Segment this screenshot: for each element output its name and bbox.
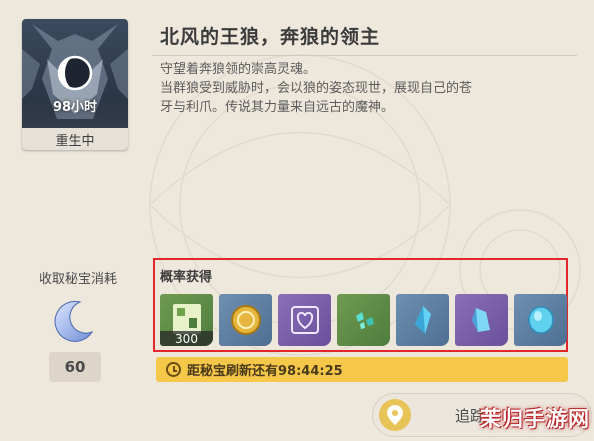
description-line: 牙与利爪。传说其力量来自远古的魔神。: [160, 100, 395, 115]
reward-item-companionship-exp[interactable]: [278, 294, 331, 346]
reward-item-purple-crystal-chunk[interactable]: [455, 294, 508, 346]
description-line: 守望着奔狼领的崇高灵魂。: [160, 62, 317, 77]
anemo-gem-fragment-icon: [355, 312, 374, 329]
blue-gem-icon: [527, 306, 554, 334]
purple-crystal-chunk-icon: [471, 308, 490, 332]
site-watermark: 茉归手游网: [480, 407, 590, 431]
title-divider: [152, 55, 577, 56]
blue-crystal-fragment-icon: [414, 306, 431, 334]
reward-item-blue-crystal-fragment[interactable]: [396, 294, 449, 346]
rewards-title: 概率获得: [160, 270, 213, 285]
refresh-countdown-bar: 距秘宝刷新还有98:44:25: [156, 357, 568, 382]
reward-count: 300: [160, 331, 213, 346]
boss-portrait-card[interactable]: 98小时 重生中: [22, 19, 128, 150]
reward-item-anemo-fragment[interactable]: [337, 294, 390, 346]
reward-item-mora[interactable]: [219, 294, 272, 346]
claim-cost-value: 60: [49, 352, 101, 382]
crescent-moon-resin-icon: [54, 300, 94, 342]
reward-item-blue-gem[interactable]: [514, 294, 567, 346]
boss-description: 守望着奔狼领的崇高灵魂。 当群狼受到威胁时，会以狼的姿态现世，展现自己的苍 牙与…: [160, 60, 565, 117]
boss-title: 北风的王狼，奔狼的领主: [160, 26, 381, 48]
claim-cost-label: 收取秘宝消耗: [38, 272, 117, 287]
mora-coin-icon: [230, 305, 261, 335]
reward-item-adventure-exp[interactable]: 300: [160, 294, 213, 346]
refresh-countdown-text: 距秘宝刷新还有98:44:25: [187, 364, 343, 379]
respawn-timer: 98小时: [52, 100, 98, 115]
description-line: 当群狼受到威胁时，会以狼的姿态现世，展现自己的苍: [160, 81, 473, 96]
location-pin-icon: [379, 399, 411, 431]
companionship-exp-icon: [290, 306, 319, 334]
respawn-status: 重生中: [22, 128, 128, 150]
reward-list: 300: [160, 294, 567, 346]
cooldown-moon-icon: [57, 55, 93, 91]
clock-icon: [166, 362, 181, 377]
